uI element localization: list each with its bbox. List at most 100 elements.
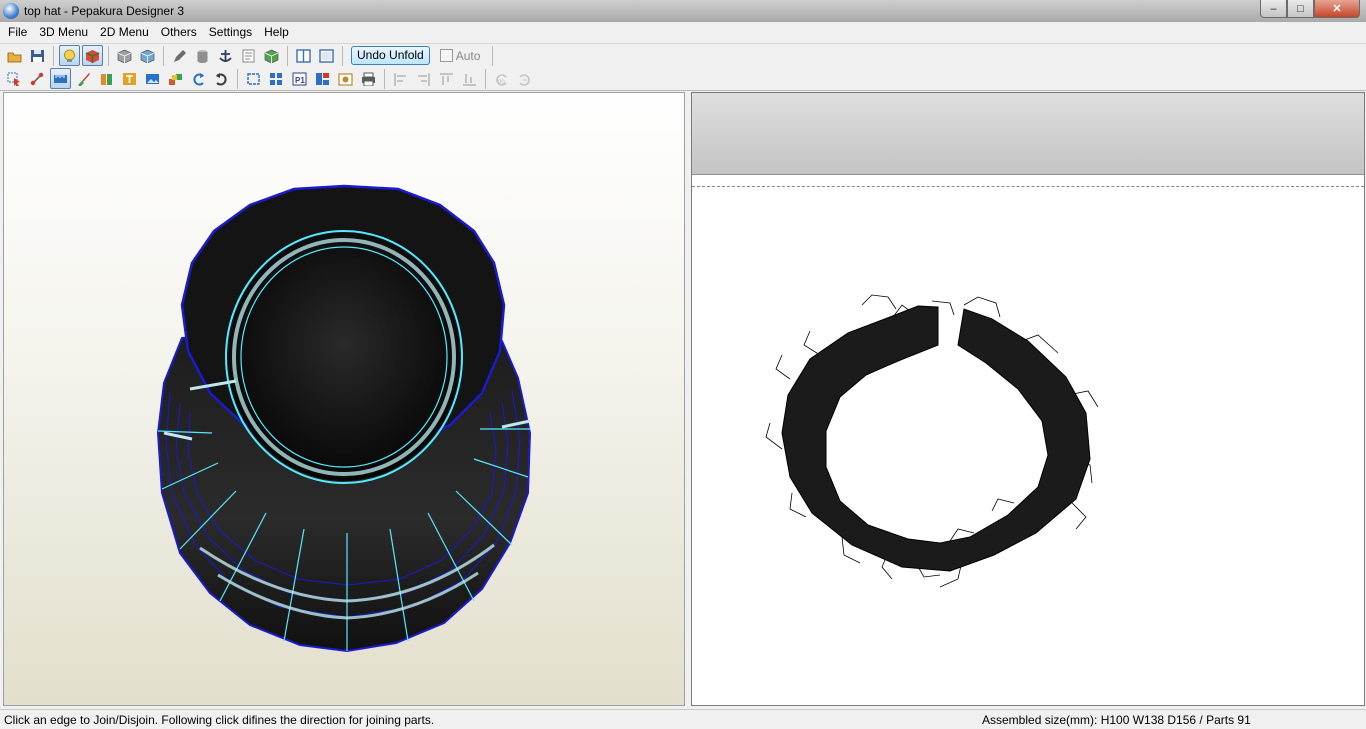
arrange-parts-icon [269,72,284,86]
assembled-size: Assembled size(mm): H100 W138 D156 / Par… [982,713,1251,727]
menu-others[interactable]: Others [155,23,203,41]
print-icon [361,72,376,86]
menu-help[interactable]: Help [258,23,295,41]
close-button[interactable]: ✕ [1314,0,1360,18]
light-bulb-button[interactable] [59,45,80,66]
rotate-90-button[interactable]: 90 [491,68,512,89]
flap-button[interactable] [96,68,117,89]
split-view-button[interactable] [293,45,314,66]
maximize-button[interactable]: □ [1287,0,1314,18]
paint-brush-button[interactable] [73,68,94,89]
ruler-button[interactable] [50,68,71,89]
auto-checkbox[interactable]: Auto [439,48,481,63]
align-left-button[interactable] [390,68,411,89]
rotate-left-button[interactable] [188,68,209,89]
text-tool-icon [122,72,137,86]
wire-cube-icon [117,49,132,63]
select-frame-button[interactable] [243,68,264,89]
rotate-right-button[interactable] [211,68,232,89]
page-number-icon: P1 [292,72,307,86]
join-edge-button[interactable] [27,68,48,89]
rotate-left-icon [191,72,206,86]
toolbar-separator [485,68,486,89]
2d-unfolded-part[interactable] [692,93,1365,706]
arrange-parts-button[interactable] [266,68,287,89]
align-top-icon [439,72,454,86]
pencil-button[interactable] [169,45,190,66]
title-bar: top hat - Pepakura Designer 3 – □ ✕ [0,0,1366,22]
3d-view-pane[interactable] [3,92,685,706]
green-cube-button[interactable] [261,45,282,66]
select-pointer-icon [7,72,22,86]
anchor-icon [218,49,233,63]
rotate-90-icon: 90 [494,72,509,86]
text-tool-button[interactable] [119,68,140,89]
3d-top-hat-model[interactable] [4,93,685,706]
2d-view-pane[interactable] [691,92,1365,706]
green-cube-icon [264,49,279,63]
blue-cube-icon [140,49,155,63]
toolbar-separator [342,45,343,66]
undo-unfold-button[interactable]: Undo Unfold [351,46,430,65]
open-folder-icon [7,49,22,63]
sheet-icon [241,49,256,63]
auto-checkbox-box[interactable] [439,49,453,62]
menu-2d[interactable]: 2D Menu [94,23,155,41]
menu-3d[interactable]: 3D Menu [33,23,94,41]
save-disk-button[interactable] [27,45,48,66]
cylinder-button[interactable] [192,45,213,66]
minimize-button[interactable]: – [1260,0,1287,18]
paint-brush-icon [76,72,91,86]
align-right-button[interactable] [413,68,434,89]
print-button[interactable] [358,68,379,89]
rotate-free-button[interactable] [514,68,535,89]
align-top-button[interactable] [436,68,457,89]
pepakura-app-icon [3,3,19,19]
pencil-icon [172,49,187,63]
light-bulb-icon [62,49,77,63]
toolbar-separator [237,68,238,89]
sheet-button[interactable] [238,45,259,66]
status-hint: Click an edge to Join/Disjoin. Following… [4,713,435,727]
main-toolbar: Undo Unfold Auto [0,43,1366,67]
window-title: top hat - Pepakura Designer 3 [24,4,185,18]
window-controls: – □ ✕ [1260,0,1360,18]
move-part-icon [168,72,183,86]
cylinder-icon [195,49,210,63]
blue-cube-button[interactable] [137,45,158,66]
align-bottom-button[interactable] [459,68,480,89]
texture-cube-button[interactable] [82,45,103,66]
single-view-button[interactable] [316,45,337,66]
save-image-button[interactable] [335,68,356,89]
open-folder-button[interactable] [4,45,25,66]
status-bar: Click an edge to Join/Disjoin. Following… [0,709,1366,729]
flap-icon [99,72,114,86]
hat-opening [228,233,460,481]
menu-file[interactable]: File [2,23,33,41]
toolbar-separator [287,45,288,66]
page-number-button[interactable]: P1 [289,68,310,89]
toolbar-separator [108,45,109,66]
split-view-icon [296,48,311,63]
menu-settings[interactable]: Settings [203,23,258,41]
image-icon [145,72,160,86]
toolbar-separator [492,45,494,66]
select-pointer-button[interactable] [4,68,25,89]
texture-cube-icon [85,49,100,63]
move-part-button[interactable] [165,68,186,89]
save-disk-icon [30,49,45,63]
main-toolbar-buttons [4,45,337,66]
toolbar-separator [163,45,164,66]
page-layout-icon [315,72,330,86]
toolbar-separator [384,68,385,89]
align-left-icon [393,72,408,86]
single-view-icon [319,48,334,63]
image-button[interactable] [142,68,163,89]
align-right-icon [416,72,431,86]
wire-cube-button[interactable] [114,45,135,66]
save-image-icon [338,72,353,86]
anchor-button[interactable] [215,45,236,66]
auto-checkbox-label: Auto [455,48,481,63]
page-layout-button[interactable] [312,68,333,89]
svg-text:P1: P1 [295,76,305,85]
